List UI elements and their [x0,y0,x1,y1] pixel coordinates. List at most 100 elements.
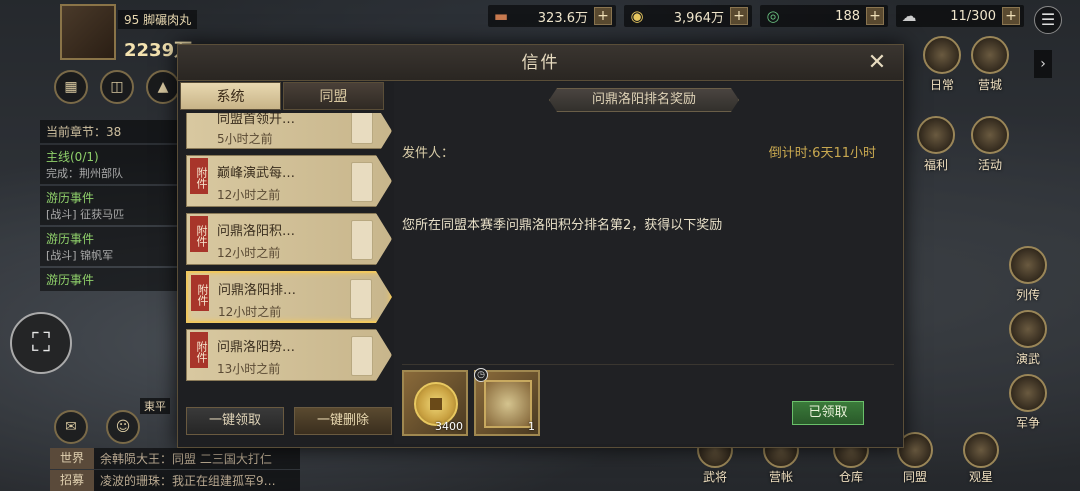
coin-icon: ◉ [630,7,644,25]
quest-event-2-title: 游历事件 [46,232,95,246]
mail-time: 13小时之前 [217,362,281,376]
resource-jade: ◎ 188 + [760,5,888,27]
envelope-icon [351,336,373,376]
scroll-icon [1009,246,1047,284]
quest-event-1-sub: [战斗] 征获马匹 [46,208,125,221]
resource-stamina-value: 11/300 [950,8,996,24]
quest-main-title: 主线(0/1) [46,150,99,164]
camp-icon[interactable]: ▲ [146,70,180,104]
mail-icon[interactable]: ✉ [54,410,88,444]
quest-event-3-title: 游历事件 [46,273,95,287]
quest-event-1[interactable]: 游历事件 [战斗] 征获马匹 [40,186,182,225]
quest-event-3[interactable]: 游历事件 [40,268,182,291]
events-button[interactable]: 活动 [968,116,1012,173]
chat-world-tag: 世界 [50,448,95,469]
claimed-button[interactable]: 已领取 [792,401,864,425]
drill-button[interactable]: 演武 [1006,310,1050,367]
resource-coins-value: 3,964万 [673,10,724,26]
mail-item[interactable]: 附件 巅峰演武每… 12小时之前 [186,155,392,207]
war-icon [1009,374,1047,412]
stamina-icon: ☁ [901,7,917,25]
attachment-badge: 附件 [190,332,208,368]
reward-item-frame[interactable]: ◷ 1 [474,368,540,436]
tab-alliance[interactable]: 同盟 [283,82,384,110]
mail-detail-title: 问鼎洛阳排名奖励 [549,88,739,112]
quest-main[interactable]: 主线(0/1) 完成：荆州部队 [40,145,182,184]
biography-label: 列传 [1015,288,1040,302]
mail-item[interactable]: 附件 问鼎洛阳势… 13小时之前 [186,329,392,381]
close-icon[interactable]: ✕ [863,49,891,77]
daily-label: 日常 [929,78,954,92]
quest-event-2[interactable]: 游历事件 [战斗] 锦帆军 [40,227,182,266]
stargazing-icon [963,432,999,468]
add-coins-button[interactable]: + [730,7,748,25]
list-actions: 一键领取 一键删除 [186,407,392,435]
map-toggle-icon[interactable]: ⛶ [10,312,72,374]
add-stamina-button[interactable]: + [1002,7,1020,25]
reward-count: 1 [528,420,535,433]
modal-header: 信件 ✕ [178,45,903,81]
stargazing-button[interactable]: 观星 [956,432,1006,485]
city-button[interactable]: 营城 [968,36,1012,93]
envelope-icon [351,162,373,202]
envelope-icon [350,279,372,319]
chapter-label: 当前章节：38 [40,120,182,143]
envelope-icon [351,220,373,260]
mail-title: 问鼎洛阳排… [218,283,297,298]
chevron-right-icon[interactable]: › [1034,50,1052,78]
mail-time: 5小时之前 [217,132,273,146]
character-icon[interactable]: ☺ [106,410,140,444]
resource-bar: ▬ 323.6万 + ◉ 3,964万 + ◎ 188 + ☁ 11/300 + [488,4,1024,28]
resource-stamina: ☁ 11/300 + [896,5,1024,27]
claim-all-button[interactable]: 一键领取 [186,407,284,435]
mail-item[interactable]: 同盟首领开… 5小时之前 [186,113,392,149]
resource-jade-value: 188 [835,8,860,24]
stats-icon[interactable]: ▦ [54,70,88,104]
city-icon[interactable]: ◫ [100,70,134,104]
events-label: 活动 [977,158,1002,172]
reward-item-coin[interactable]: 3400 [402,370,468,436]
chat-recruit-tag: 招募 [50,470,95,491]
generals-label: 武将 [702,470,727,484]
chat-recruit: 招募 凌波的珊珠：我正在组建孤军9… [50,470,300,491]
add-food-button[interactable]: + [594,7,612,25]
city-build-icon [971,36,1009,74]
mail-tabs: 系统 同盟 [180,82,384,112]
attachment-badge: 附件 [190,158,208,194]
events-icon [971,116,1009,154]
resource-food: ▬ 323.6万 + [488,5,616,27]
daily-button[interactable]: 日常 [920,36,964,93]
sender-label: 发件人： [402,146,455,161]
add-jade-button[interactable]: + [866,7,884,25]
tab-system[interactable]: 系统 [180,82,281,110]
mail-title: 问鼎洛阳势… [217,340,296,355]
mail-item[interactable]: 附件 问鼎洛阳积… 12小时之前 [186,213,392,265]
player-avatar[interactable] [60,4,116,60]
chat-recruit-text: 凌波的珊珠：我正在组建孤军9… [100,474,276,488]
chat-box[interactable]: 世界 余韩陨大王：同盟 二三国大打仁 招募 凌波的珊珠：我正在组建孤军9… [50,447,300,491]
resource-coins: ◉ 3,964万 + [624,5,752,27]
daily-icon [923,36,961,74]
countdown-text: 倒计时:6天11小时 [768,146,876,161]
mail-body: 您所在同盟本赛季问鼎洛阳积分排名第2，获得以下奖励 [402,218,723,233]
main-menu-icon[interactable]: ☰ [1034,6,1062,34]
mail-item-selected[interactable]: 附件 问鼎洛阳排… 12小时之前 [186,271,392,323]
war-label: 军争 [1015,416,1040,430]
war-button[interactable]: 军争 [1006,374,1050,431]
crossed-swords-icon [1009,310,1047,348]
chat-world: 世界 余韩陨大王：同盟 二三国大打仁 [50,448,300,469]
quest-panel: 当前章节：38 主线(0/1) 完成：荆州部队 游历事件 [战斗] 征获马匹 游… [40,120,182,293]
divider [402,364,894,365]
warehouse-label: 仓库 [838,470,863,484]
welfare-button[interactable]: 福利 [914,116,958,173]
drill-label: 演武 [1015,352,1040,366]
mail-list[interactable]: 同盟首领开… 5小时之前 附件 巅峰演武每… 12小时之前 附件 问鼎洛阳积… … [186,113,392,395]
frame-chest-icon [484,380,532,428]
quest-main-sub: 完成：荆州部队 [46,167,123,180]
biography-button[interactable]: 列传 [1006,246,1050,303]
mail-time: 12小时之前 [217,188,281,202]
chat-world-text: 余韩陨大王：同盟 二三国大打仁 [100,452,272,466]
city-label: 营城 [977,78,1002,92]
mail-title: 同盟首领开… [217,113,296,127]
delete-all-button[interactable]: 一键删除 [294,407,392,435]
